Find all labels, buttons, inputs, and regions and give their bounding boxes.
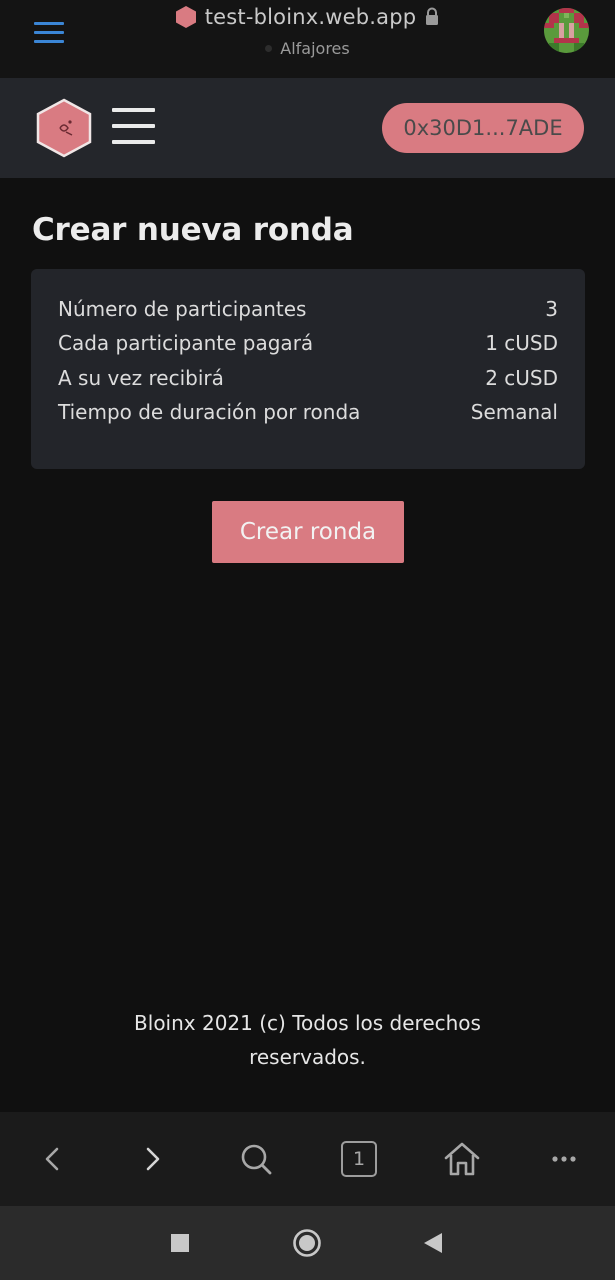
tab-count-badge: 1 [341,1141,377,1177]
more-options-button[interactable] [524,1112,604,1206]
network-name: Alfajores [280,39,350,58]
summary-label: Cada participante pagará [58,331,314,355]
lock-icon [426,7,439,25]
round-summary-card: Número de participantes 3 Cada participa… [31,269,585,469]
app-header: 0x30D1...7ADE [0,78,615,178]
summary-label: A su vez recibirá [58,366,224,390]
home-button[interactable] [422,1112,502,1206]
footer-line-2: reservados. [249,1045,366,1069]
search-button[interactable] [216,1112,296,1206]
network-indicator: Alfajores [0,37,615,58]
browser-top-bar: test-bloinx.web.app Alfajores [0,0,615,78]
chevron-right-icon [146,1147,160,1171]
avatar[interactable] [544,8,589,53]
tabs-button[interactable]: 1 [319,1112,399,1206]
system-navigation-bar [0,1206,615,1280]
network-status-dot [265,45,273,52]
recent-apps-button[interactable] [140,1206,220,1280]
url-text: test-bloinx.web.app [204,5,417,29]
more-horizontal-icon [552,1156,576,1162]
forward-button[interactable] [113,1112,193,1206]
create-round-button[interactable]: Crear ronda [212,501,404,563]
menu-icon[interactable] [112,108,155,146]
footer-copyright: Bloinx 2021 (c) Todos los derechos reser… [100,1006,515,1074]
circle-icon [293,1229,321,1257]
square-icon [171,1234,189,1252]
footer-line-1: Bloinx 2021 (c) Todos los derechos [134,1011,481,1035]
summary-value: 3 [545,297,558,321]
back-system-button[interactable] [393,1206,473,1280]
address-bar[interactable]: test-bloinx.web.app [0,5,615,33]
summary-value: 1 cUSD [485,331,558,355]
chevron-left-icon [45,1147,59,1171]
summary-label: Número de participantes [58,297,307,321]
summary-label: Tiempo de duración por ronda [58,400,361,424]
home-system-button[interactable] [267,1206,347,1280]
bloinx-logo[interactable] [36,98,92,158]
back-button[interactable] [12,1112,92,1206]
summary-row-participants: Número de participantes 3 [58,297,558,321]
summary-row-duration: Tiempo de duración por ronda Semanal [58,400,558,424]
summary-row-receive: A su vez recibirá 2 cUSD [58,366,558,390]
summary-row-payment: Cada participante pagará 1 cUSD [58,331,558,355]
site-favicon-icon [175,6,196,28]
summary-value: 2 cUSD [485,366,558,390]
browser-bottom-nav: 1 [0,1112,615,1206]
wallet-address-button[interactable]: 0x30D1...7ADE [382,103,584,153]
triangle-back-icon [424,1233,442,1253]
page-title: Crear nueva ronda [32,212,354,248]
home-icon [444,1142,480,1176]
search-icon [241,1144,272,1175]
summary-value: Semanal [470,400,558,424]
